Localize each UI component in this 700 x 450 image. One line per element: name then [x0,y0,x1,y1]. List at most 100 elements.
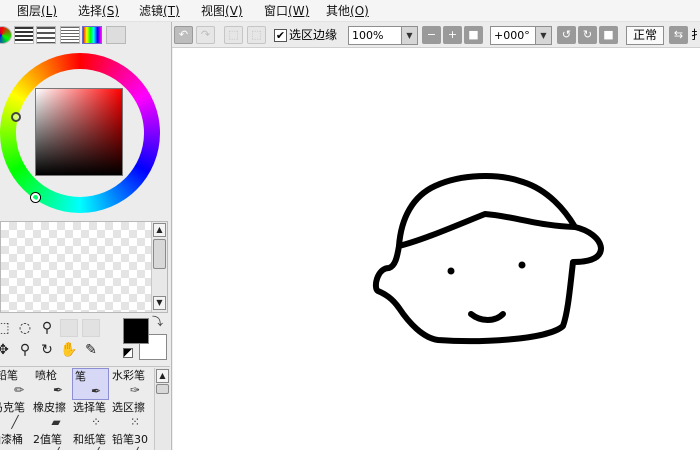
brush-label: 笔 [75,370,86,383]
rotate-right-icon[interactable]: ↻ [578,26,597,44]
drawing-canvas[interactable] [173,48,700,450]
swap-colors-icon[interactable]: ⤵ [152,316,163,328]
brush-label: 铅笔 [0,369,18,382]
menu-window[interactable]: 窗口(W) [264,3,309,19]
swatch-panel[interactable]: ▲ ▼ [0,221,168,313]
brush-washi-pen[interactable]: 和纸笔 ╱ [73,432,110,450]
invert-selection-icon[interactable]: ⬚ [247,26,266,44]
brush-label: 油漆桶 [0,433,23,446]
zoom-out-icon[interactable]: − [422,26,441,44]
canvas-toolbar: ↶ ↷ ⬚ ⬚ ✔ 选区边缘 100% ▼ − + ■ +000° ▼ ↺ ↻ … [172,22,700,48]
brush-scrollbar[interactable]: ▲ [154,368,170,450]
watercolor-icon: ✑ [129,383,141,397]
chevron-down-icon[interactable]: ▼ [401,27,417,44]
rotation-value: +000° [494,29,530,42]
flip-horizontal-icon[interactable]: ⇆ [669,26,688,44]
menu-filter[interactable]: 滤镜(T) [139,3,180,19]
rotation-select[interactable]: +000° ▼ [490,26,552,45]
brush-selection-pen[interactable]: 选择笔 ⁘ [73,400,110,432]
mouth [468,311,506,323]
brush-pencil30[interactable]: 铅笔30 ╱ [112,432,149,450]
scratchpad-tab-icon[interactable] [106,26,126,44]
zoom-value: 100% [352,29,384,42]
deselect-icon[interactable]: ⬚ [224,26,243,44]
scroll-down-icon[interactable]: ▼ [153,296,166,310]
brush-eraser[interactable]: 橡皮擦 ▰ [33,400,70,432]
brush-marker[interactable]: 马克笔 ╱ [0,400,29,432]
binary-pen-icon: ╱ [47,446,65,450]
hsv-slider-tab-icon[interactable] [36,26,56,44]
rotate-icon[interactable]: ↻ [38,341,56,359]
blend-mode-button[interactable]: 正常 [626,26,664,45]
brush-binary-pen[interactable]: 2值笔 ╱ [33,432,70,450]
eraser-icon: ▰ [51,415,61,429]
lasso-icon[interactable]: ◌ [16,319,34,337]
redo-icon[interactable]: ↷ [196,26,215,44]
magic-wand-icon[interactable]: ⚲ [38,319,56,337]
toolbar-overflow-label: 扌 [691,28,700,42]
dashed-rect-icon[interactable]: ⬚ [0,319,12,337]
scroll-up-icon[interactable]: ▲ [156,369,169,383]
zoom-in-icon[interactable]: + [443,26,462,44]
eyedropper-icon[interactable]: ✎ [82,341,100,359]
brush-watercolor[interactable]: 水彩笔 ✑ [112,368,149,400]
menu-bar: 图层(L) 选择(S) 滤镜(T) 视图(V) 窗口(W) 其他(O) [0,0,700,22]
brush-pen[interactable]: 笔 ✒ [72,368,109,400]
saturation-value-square[interactable] [35,88,123,176]
selection-edge-checkbox[interactable]: ✔ [274,29,287,42]
selection-edge-label: 选区边缘 [289,28,338,42]
menu-select[interactable]: 选择(S) [78,3,119,19]
color-wheel-tab-icon[interactable] [0,26,12,44]
brush-bucket[interactable]: 油漆桶 ◆ [0,432,27,450]
swatch-scrollbar[interactable]: ▲ ▼ [151,222,167,312]
brush-label: 选择笔 [73,401,106,414]
undo-icon[interactable]: ↶ [174,26,193,44]
hand-icon[interactable]: ✋ [60,341,78,359]
color-wheel[interactable] [0,49,170,217]
move-icon[interactable]: ✥ [0,341,12,359]
brush-selection-eraser[interactable]: 选区擦 ⁙ [112,400,149,432]
brush-label: 马克笔 [0,401,25,414]
chevron-down-icon[interactable]: ▼ [535,27,551,44]
airbrush-icon: ✒ [52,383,64,397]
pen-icon: ✒ [90,384,102,398]
rotate-left-icon[interactable]: ↺ [557,26,576,44]
color-mode-tabs [0,25,130,47]
brush-label: 水彩笔 [112,369,145,382]
brush-label: 选区擦 [112,401,145,414]
scroll-thumb[interactable] [156,384,169,394]
bucket-icon: ◆ [4,446,22,450]
marker-icon: ╱ [11,415,19,429]
sv-marker[interactable] [31,193,40,202]
reset-colors-icon[interactable] [123,348,133,358]
tool-slot-empty [60,319,78,337]
right-eye [518,261,526,269]
scroll-thumb[interactable] [153,239,166,269]
swatch-tab-icon[interactable] [82,26,102,44]
rgb-slider-tab-icon[interactable] [14,26,34,44]
rotate-reset-icon[interactable]: ■ [599,26,618,44]
menu-other[interactable]: 其他(O) [326,3,369,19]
menu-layer[interactable]: 图层(L) [17,3,57,19]
brush-airbrush[interactable]: 喷枪 ✒ [35,368,72,400]
magnifier-icon[interactable]: ⚲ [16,341,34,359]
menu-view[interactable]: 视图(V) [201,3,243,19]
mixer-tab-icon[interactable] [60,26,80,44]
scroll-up-icon[interactable]: ▲ [153,223,166,237]
brush-pencil[interactable]: 铅笔 ✏ [0,368,33,400]
tool-palette: ⬚ ◌ ⚲ ✥ ⚲ ↻ ✋ ✎ ⤵ [0,315,170,365]
pencil30-icon: ╱ [126,446,144,450]
pencil-icon: ✏ [13,383,25,397]
hue-marker[interactable] [11,112,21,122]
brush-label: 2值笔 [33,433,62,446]
brush-label: 橡皮擦 [33,401,66,414]
brush-label: 铅笔30 [112,433,148,446]
selection-eraser-icon: ⁙ [129,415,141,429]
washi-pen-icon: ╱ [87,446,105,450]
zoom-select[interactable]: 100% ▼ [348,26,418,45]
selection-pen-icon: ⁘ [90,415,102,429]
brush-label: 和纸笔 [73,433,106,446]
tool-slot-empty [82,319,100,337]
zoom-reset-icon[interactable]: ■ [464,26,483,44]
foreground-color-swatch[interactable] [123,318,149,344]
